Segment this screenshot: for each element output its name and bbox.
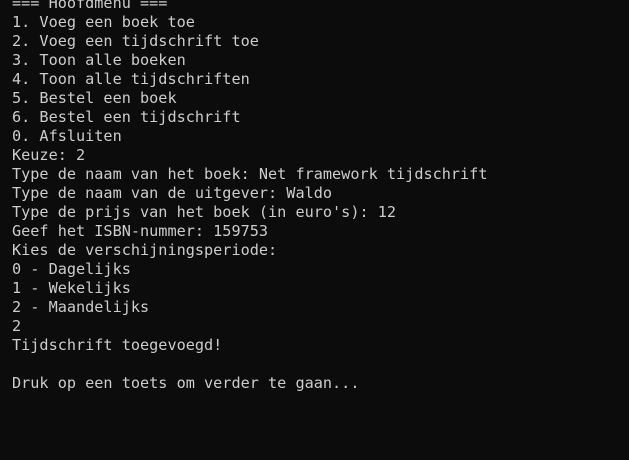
period-option-daily: 0 - Dagelijks [12,260,131,278]
confirmation-line: Tijdschrift toegevoegd! [12,336,223,354]
console-output: === Hoofdmenu === 1. Voeg een boek toe 2… [12,0,487,393]
menu-option-show-magazines: 4. Toon alle tijdschriften [12,70,250,88]
period-option-weekly: 1 - Wekelijks [12,279,131,297]
press-key-prompt: Druk op een toets om verder te gaan... [12,374,360,392]
terminal-window[interactable]: === Hoofdmenu === 1. Voeg een boek toe 2… [0,0,629,460]
menu-option-order-magazine: 6. Bestel een tijdschrift [12,108,241,126]
menu-header-line: === Hoofdmenu === [12,0,168,12]
period-input-line: 2 [12,317,22,335]
menu-option-show-books: 3. Toon alle boeken [12,51,186,69]
menu-option-add-magazine: 2. Voeg een tijdschrift toe [12,32,259,50]
choice-line: Keuze: 2 [12,146,86,164]
menu-option-order-book: 5. Bestel een boek [12,89,177,107]
period-option-monthly: 2 - Maandelijks [12,298,150,316]
period-prompt-line: Kies de verschijningsperiode: [12,241,278,259]
isbn-prompt-line: Geef het ISBN-nummer: 159753 [12,222,269,240]
publisher-prompt-line: Type de naam van de uitgever: Waldo [12,184,333,202]
price-prompt-line: Type de prijs van het boek (in euro's): … [12,203,397,221]
name-prompt-line: Type de naam van het boek: Net framework… [12,165,488,183]
menu-option-exit: 0. Afsluiten [12,127,122,145]
menu-option-add-book: 1. Voeg een boek toe [12,13,195,31]
